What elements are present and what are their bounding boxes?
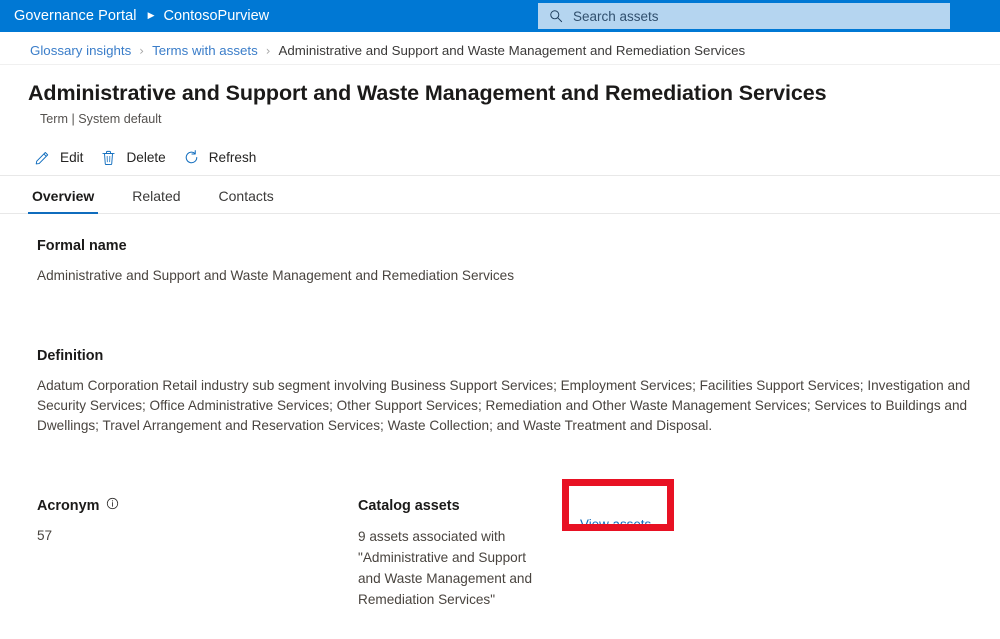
acronym-section: Acronym 57 bbox=[28, 498, 349, 610]
pencil-icon bbox=[34, 149, 51, 166]
breadcrumb: Glossary insights › Terms with assets › … bbox=[0, 37, 1000, 65]
view-assets-link[interactable]: View assets bbox=[580, 517, 651, 532]
delete-button-label: Delete bbox=[126, 150, 165, 165]
overview-bottom-row: Acronym 57 Catalog assets 9 assets assoc… bbox=[28, 498, 1000, 610]
formal-name-value: Administrative and Support and Waste Man… bbox=[37, 266, 1000, 286]
tab-contacts[interactable]: Contacts bbox=[215, 188, 278, 213]
info-circle-icon[interactable] bbox=[106, 497, 119, 510]
edit-button[interactable]: Edit bbox=[28, 142, 94, 174]
definition-section: Definition Adatum Corporation Retail ind… bbox=[28, 348, 1000, 436]
acronym-label: Acronym bbox=[37, 498, 349, 514]
acronym-value: 57 bbox=[37, 526, 349, 546]
search-icon bbox=[549, 9, 563, 23]
catalog-assets-label: Catalog assets bbox=[358, 498, 549, 514]
definition-label: Definition bbox=[37, 348, 1000, 364]
catalog-assets-section: Catalog assets 9 assets associated with … bbox=[349, 498, 651, 610]
delete-button[interactable]: Delete bbox=[94, 142, 176, 174]
tab-related[interactable]: Related bbox=[128, 188, 184, 213]
page-subtitle: Term | System default bbox=[40, 112, 1000, 126]
app-brand[interactable]: Governance Portal bbox=[14, 8, 137, 24]
trash-icon bbox=[100, 149, 117, 166]
view-assets-cell: View assets bbox=[580, 498, 651, 610]
overview-panel: Formal name Administrative and Support a… bbox=[0, 214, 1000, 610]
catalog-assets-description: 9 assets associated with "Administrative… bbox=[358, 526, 549, 610]
refresh-button[interactable]: Refresh bbox=[177, 142, 268, 174]
definition-value: Adatum Corporation Retail industry sub s… bbox=[37, 376, 1000, 436]
breadcrumb-item-glossary-insights[interactable]: Glossary insights bbox=[30, 43, 131, 58]
app-header: Governance Portal ▶ ContosoPurview Searc… bbox=[0, 0, 1000, 32]
formal-name-section: Formal name Administrative and Support a… bbox=[28, 238, 1000, 286]
chevron-right-icon: › bbox=[266, 44, 271, 58]
search-bar[interactable]: Search assets bbox=[538, 3, 950, 29]
breadcrumb-item-terms-with-assets[interactable]: Terms with assets bbox=[152, 43, 258, 58]
command-bar: Edit Delete Refresh bbox=[0, 140, 1000, 176]
chevron-right-icon: › bbox=[139, 44, 144, 58]
acronym-label-text: Acronym bbox=[37, 498, 99, 514]
search-input[interactable]: Search assets bbox=[573, 9, 659, 24]
page-header: Administrative and Support and Waste Man… bbox=[0, 65, 1000, 126]
edit-button-label: Edit bbox=[60, 150, 83, 165]
tab-bar: Overview Related Contacts bbox=[0, 176, 1000, 214]
breadcrumb-item-current: Administrative and Support and Waste Man… bbox=[279, 43, 746, 58]
formal-name-label: Formal name bbox=[37, 238, 1000, 254]
tenant-name[interactable]: ContosoPurview bbox=[164, 8, 270, 24]
triangle-right-icon: ▶ bbox=[148, 10, 155, 21]
refresh-icon bbox=[183, 149, 200, 166]
refresh-button-label: Refresh bbox=[209, 150, 257, 165]
catalog-assets-text: Catalog assets 9 assets associated with … bbox=[349, 498, 549, 610]
page-title: Administrative and Support and Waste Man… bbox=[28, 79, 1000, 107]
tab-overview[interactable]: Overview bbox=[28, 188, 98, 213]
